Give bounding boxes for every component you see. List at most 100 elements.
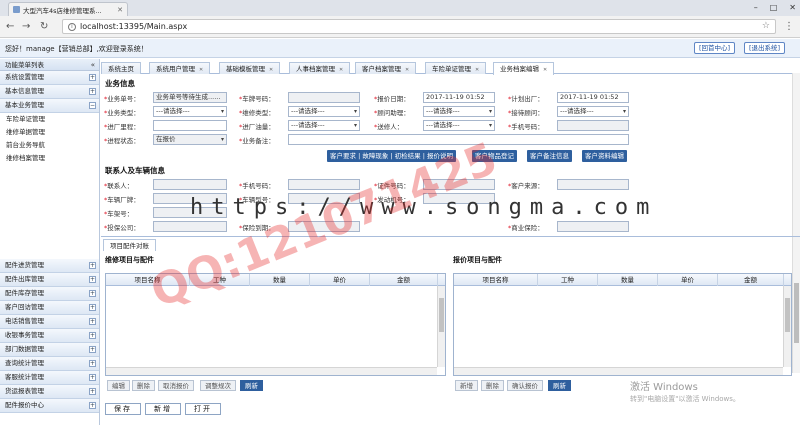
- repair-grid[interactable]: 项目名称 工种 数量 单价 金额: [105, 273, 446, 376]
- info-icon[interactable]: i: [68, 22, 76, 31]
- col-header[interactable]: 单价: [658, 274, 718, 286]
- contact-field[interactable]: [153, 179, 227, 190]
- refresh-right-button[interactable]: 刷新: [548, 380, 571, 391]
- sidebar-group-revisit[interactable]: 客户回访管理 +: [0, 301, 99, 315]
- sidebar-item-repair-docs[interactable]: 维修单据管理: [0, 126, 99, 139]
- close-icon[interactable]: ✕: [543, 67, 547, 73]
- repair-type-select[interactable]: ---请选择---: [288, 106, 360, 117]
- repair-grid-hscroll[interactable]: [106, 367, 437, 375]
- col-header[interactable]: 单价: [310, 274, 370, 286]
- scrollbar-thumb[interactable]: [439, 298, 444, 332]
- browser-tab[interactable]: 大型汽车4s店维修管理系... ✕: [8, 2, 128, 16]
- collapse-icon[interactable]: −: [89, 102, 96, 109]
- tab-system-users[interactable]: 系统用户管理 ✕: [149, 62, 211, 74]
- sidebar-group-quote-center[interactable]: 配件报价中心 +: [0, 399, 99, 413]
- customer-edit-button[interactable]: 客户资料编辑: [582, 150, 627, 162]
- quote-grid-vscroll[interactable]: [783, 286, 791, 367]
- entry-mileage-input[interactable]: [153, 120, 227, 131]
- delete-right-button[interactable]: 删除: [481, 380, 504, 391]
- quote-grid-hscroll[interactable]: [454, 367, 783, 375]
- minimize-icon[interactable]: –: [754, 3, 758, 12]
- expand-icon[interactable]: +: [89, 374, 96, 381]
- close-icon[interactable]: ✕: [117, 6, 123, 14]
- expand-icon[interactable]: +: [89, 388, 96, 395]
- col-header[interactable]: 项目名称: [106, 274, 190, 286]
- tab-business-edit[interactable]: 业务档案编辑 ✕: [493, 62, 555, 75]
- tab-templates[interactable]: 基础模板管理 ✕: [219, 62, 281, 74]
- col-header[interactable]: 数量: [598, 274, 658, 286]
- cancel-quote-button[interactable]: 取消报价: [158, 380, 194, 391]
- customer-items-button[interactable]: 客户物品登记: [472, 150, 517, 162]
- maximize-icon[interactable]: □: [770, 3, 778, 12]
- quote-date-field[interactable]: 2017-11-19 01:52: [423, 92, 495, 103]
- advisor2-select[interactable]: ---请选择---: [557, 106, 629, 117]
- tab-customers[interactable]: 客户档案管理 ✕: [355, 62, 417, 74]
- sidebar-group-parts-purchase[interactable]: 配件进货管理 +: [0, 259, 99, 273]
- expand-icon[interactable]: +: [89, 304, 96, 311]
- home-center-button[interactable]: [回首中心]: [694, 42, 736, 54]
- add-button[interactable]: 新增: [455, 380, 478, 391]
- sidebar-group-parts-out[interactable]: 配件出库管理 +: [0, 273, 99, 287]
- sidebar-group-query-stats[interactable]: 查询统计管理 +: [0, 357, 99, 371]
- vin-field[interactable]: [153, 207, 227, 218]
- url-input[interactable]: i localhost:13395/Main.aspx ☆: [62, 19, 776, 34]
- expand-icon[interactable]: +: [89, 318, 96, 325]
- confirm-quote-button[interactable]: 确认报价: [507, 380, 543, 391]
- sidebar-item-front-desk[interactable]: 前台业务导航: [0, 139, 99, 152]
- insurer-field[interactable]: [153, 221, 227, 232]
- plan-date-field[interactable]: 2017-11-19 01:52: [557, 92, 629, 103]
- expand-icon[interactable]: +: [89, 74, 96, 81]
- back-icon[interactable]: ←: [6, 21, 14, 32]
- adjust-order-button[interactable]: 调整规次: [200, 380, 236, 391]
- expand-icon[interactable]: +: [89, 402, 96, 409]
- reload-icon[interactable]: ↻: [40, 21, 48, 32]
- sidebar-group-business[interactable]: 基本业务管理 −: [0, 99, 99, 113]
- col-header[interactable]: 项目名称: [454, 274, 538, 286]
- tab-reconcile[interactable]: 项目配件对账: [103, 239, 156, 251]
- edit-button[interactable]: 编辑: [107, 380, 130, 391]
- close-icon[interactable]: ✕: [199, 67, 203, 73]
- sender-select[interactable]: ---请选择---: [423, 120, 495, 131]
- col-header[interactable]: 金额: [370, 274, 438, 286]
- insure-field[interactable]: [557, 221, 629, 232]
- expand-icon[interactable]: +: [89, 88, 96, 95]
- remark-input[interactable]: [288, 134, 629, 145]
- col-header[interactable]: 金额: [718, 274, 784, 286]
- status-select[interactable]: 在报价: [153, 134, 227, 145]
- close-icon[interactable]: ✕: [405, 67, 409, 73]
- tab-home[interactable]: 系统主页: [101, 62, 141, 74]
- source-field[interactable]: [557, 179, 629, 190]
- entry-fuel-select[interactable]: ---请选择---: [288, 120, 360, 131]
- collapse-sidebar-icon[interactable]: «: [91, 59, 95, 71]
- close-window-icon[interactable]: ✕: [789, 3, 796, 12]
- bookmark-star-icon[interactable]: ☆: [762, 21, 770, 31]
- tab-hr[interactable]: 人事档案管理 ✕: [289, 62, 351, 74]
- sidebar-group-service-stats[interactable]: 客服统计管理 +: [0, 371, 99, 385]
- new-button[interactable]: 新增: [145, 403, 181, 415]
- browser-menu-icon[interactable]: ⋮: [784, 21, 794, 32]
- expand-icon[interactable]: +: [89, 290, 96, 297]
- id-no-field[interactable]: [423, 179, 495, 190]
- col-header[interactable]: 数量: [250, 274, 310, 286]
- save-button[interactable]: 保存: [105, 403, 141, 415]
- forward-icon[interactable]: →: [22, 21, 30, 32]
- sidebar-item-repair-archive[interactable]: 维修档案管理: [0, 152, 99, 165]
- col-header[interactable]: 工种: [190, 274, 250, 286]
- expand-icon[interactable]: +: [89, 332, 96, 339]
- col-header[interactable]: 工种: [538, 274, 598, 286]
- biztype-select[interactable]: ---请选择---: [153, 106, 227, 117]
- quote-grid[interactable]: 项目名称 工种 数量 单价 金额: [453, 273, 792, 376]
- mobile-field[interactable]: [288, 179, 360, 190]
- customer-notes-button[interactable]: 客户备注信息: [527, 150, 572, 162]
- sidebar-group-freight[interactable]: 货运报表管理 +: [0, 385, 99, 399]
- expand-icon[interactable]: +: [89, 360, 96, 367]
- plate-field[interactable]: [288, 92, 360, 103]
- sidebar-item-insurance[interactable]: 车险单证管理: [0, 113, 99, 126]
- logout-button[interactable]: [退出系统]: [744, 42, 786, 54]
- delete-button[interactable]: 删除: [132, 380, 155, 391]
- customer-requirements-button[interactable]: 客户要求 | 故障现象 | 初检结果 | 报价说明: [327, 150, 456, 162]
- tab-insurance[interactable]: 车险单证管理 ✕: [425, 62, 487, 74]
- sidebar-group-basic-info[interactable]: 基本信息管理 +: [0, 85, 99, 99]
- sidebar-group-parts-stock[interactable]: 配件库存管理 +: [0, 287, 99, 301]
- repair-grid-vscroll[interactable]: [437, 286, 445, 367]
